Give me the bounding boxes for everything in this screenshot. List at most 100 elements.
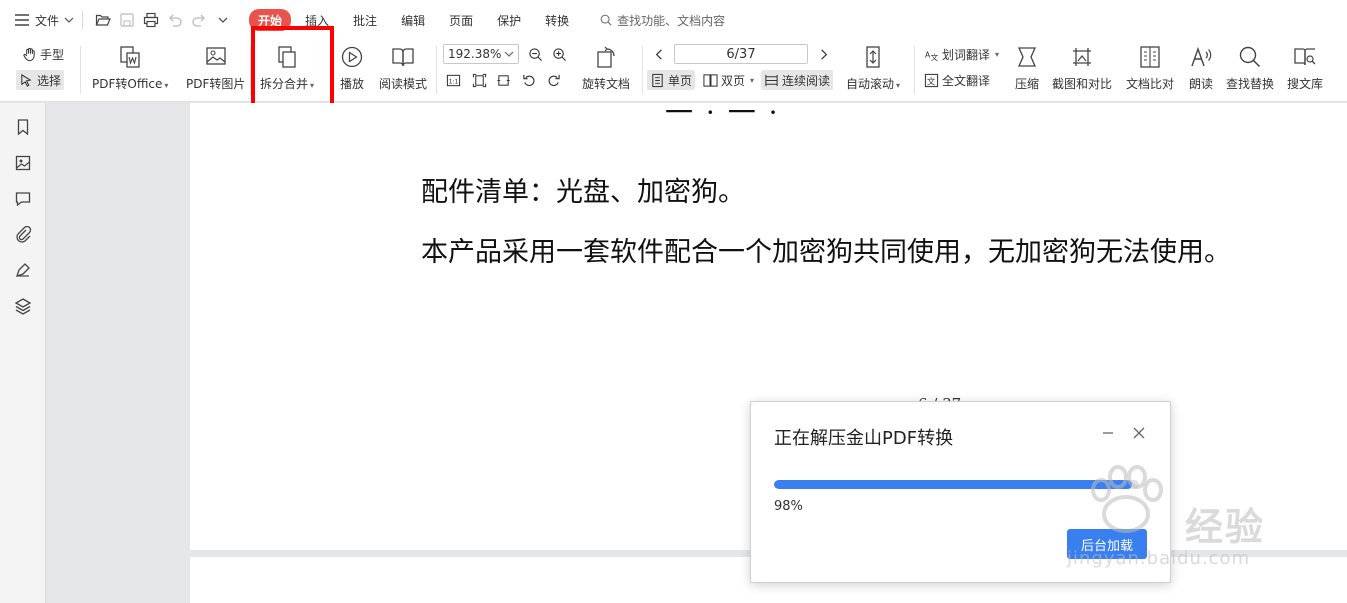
quick-access-more-button[interactable] [211, 8, 235, 32]
chevron-right-icon [821, 48, 828, 60]
pdf-to-office-button[interactable]: PDF转Office ▾ [92, 44, 168, 96]
tab-edit[interactable]: 编辑 [391, 9, 435, 31]
thumbnail-panel-button[interactable] [13, 153, 33, 173]
layers-icon [14, 298, 32, 315]
play-label: 播放 [339, 77, 364, 91]
open-folder-button[interactable] [91, 8, 115, 32]
previous-page-button[interactable] [652, 44, 667, 64]
find-replace-label: 查找替换 [1226, 77, 1275, 91]
continuous-read-icon [765, 74, 778, 86]
read-mode-button[interactable]: 阅读模式 [379, 44, 427, 96]
rotate-right-button[interactable] [546, 70, 561, 90]
close-button[interactable] [1130, 424, 1148, 442]
pdf-to-image-button[interactable]: PDF转图片 [186, 44, 245, 96]
doc-compare-icon [1140, 46, 1160, 68]
read-aloud-label: 朗读 [1188, 77, 1213, 91]
dropdown-caret-icon: ▾ [896, 81, 901, 90]
attachments-panel-button[interactable] [13, 224, 33, 244]
progress-bar-track [774, 480, 1139, 489]
next-page-button[interactable] [816, 44, 831, 64]
screenshot-compare-button[interactable]: 截图和对比 [1052, 44, 1112, 96]
play-button[interactable]: 播放 [339, 44, 365, 96]
screenshot-compare-label: 截图和对比 [1052, 77, 1113, 91]
signature-panel-button[interactable] [13, 260, 33, 280]
zoom-in-button[interactable] [552, 44, 567, 64]
zoom-in-icon [553, 47, 566, 61]
comments-panel-button[interactable] [13, 189, 33, 209]
undo-icon [169, 14, 182, 27]
dropdown-caret-icon: ▾ [310, 81, 315, 90]
dropdown-caret-icon: ▾ [750, 75, 755, 85]
rotate-left-button[interactable] [522, 70, 537, 90]
chevron-down-icon [64, 17, 74, 23]
minimize-button[interactable] [1099, 424, 1117, 442]
pdf-to-image-icon [206, 47, 226, 65]
single-page-label: 单页 [668, 73, 693, 88]
ribbon-separator [80, 46, 81, 94]
chevron-left-icon [655, 48, 662, 60]
split-merge-button[interactable]: 拆分合并 ▾ [260, 44, 314, 96]
single-page-icon [652, 73, 663, 87]
hamburger-menu-icon [15, 14, 29, 26]
search-library-button[interactable]: 搜文库 [1287, 44, 1323, 96]
open-book-icon [392, 48, 414, 67]
doc-compare-button[interactable]: 文档比对 [1126, 44, 1174, 96]
save-icon [120, 13, 134, 27]
extract-progress-dialog: 正在解压金山PDF转换 98% 后台加载 [750, 401, 1171, 583]
search-library-icon [1294, 48, 1316, 66]
rotate-document-button[interactable]: 旋转文档 [582, 44, 630, 96]
fit-width-button[interactable] [496, 70, 511, 90]
auto-scroll-button[interactable]: 自动滚动 ▾ [846, 44, 900, 96]
read-aloud-icon [1191, 46, 1212, 67]
actual-size-button[interactable]: 1:1 [446, 70, 461, 90]
split-merge-label: 拆分合并 [260, 77, 309, 91]
bookmark-panel-button[interactable] [13, 117, 33, 137]
rotate-right-icon [548, 74, 560, 86]
tab-page[interactable]: 页面 [439, 9, 483, 31]
feature-search-placeholder: 查找功能、文档内容 [617, 13, 726, 28]
tab-start[interactable]: 开始 [249, 9, 292, 31]
select-tool-button[interactable]: 选择 [16, 70, 65, 90]
tab-convert[interactable]: 转换 [535, 9, 579, 31]
tab-protect[interactable]: 保护 [487, 9, 531, 31]
feature-search[interactable]: 查找功能、文档内容 [599, 12, 725, 29]
page-number-input[interactable]: 6/37 [674, 44, 808, 64]
file-menu[interactable]: 文件 [14, 8, 74, 32]
cursor-arrow-icon [21, 73, 32, 87]
dropdown-caret-icon: ▾ [164, 81, 169, 90]
find-replace-button[interactable]: 查找替换 [1226, 44, 1274, 96]
zoom-select[interactable]: 192.38% [443, 44, 519, 64]
hand-tool-button[interactable]: 手型 [22, 44, 64, 64]
full-translate-button[interactable]: 文 全文翻译 [924, 70, 990, 90]
read-aloud-button[interactable]: 朗读 [1188, 44, 1214, 96]
close-icon [1133, 427, 1145, 439]
rotate-document-icon [597, 46, 615, 68]
save-button[interactable] [115, 8, 139, 32]
continuous-read-button[interactable]: 连续阅读 [761, 70, 834, 90]
print-button[interactable] [139, 8, 163, 32]
file-menu-label: 文件 [35, 13, 60, 28]
fit-page-button[interactable] [472, 70, 487, 90]
compress-button[interactable]: 压缩 [1014, 44, 1040, 96]
zoom-out-button[interactable] [528, 44, 543, 64]
split-merge-icon [278, 46, 296, 68]
layers-panel-button[interactable] [13, 296, 33, 316]
select-tool-label: 选择 [37, 73, 62, 88]
word-translate-button[interactable]: A文 划词翻译 ▾ [924, 44, 999, 64]
doc-compare-label: 文档比对 [1126, 77, 1175, 91]
undo-button[interactable] [163, 8, 187, 32]
pdf-to-image-label: PDF转图片 [186, 77, 246, 91]
single-page-button[interactable]: 单页 [647, 70, 696, 90]
menu-separator [82, 11, 84, 29]
dropdown-caret-icon: ▾ [995, 49, 1000, 59]
background-load-button[interactable]: 后台加载 [1067, 529, 1147, 559]
chevron-down-icon [218, 17, 228, 23]
cut-off-text-line: 一 · 一 · [665, 96, 780, 129]
full-translate-icon: 文 [924, 73, 939, 87]
redo-button[interactable] [187, 8, 211, 32]
tab-annotate[interactable]: 批注 [343, 9, 387, 31]
double-page-button[interactable]: 双页 ▾ [703, 70, 754, 90]
tab-insert[interactable]: 插入 [295, 9, 339, 31]
progress-percent: 98% [774, 499, 803, 514]
double-page-label: 双页 [721, 73, 746, 88]
